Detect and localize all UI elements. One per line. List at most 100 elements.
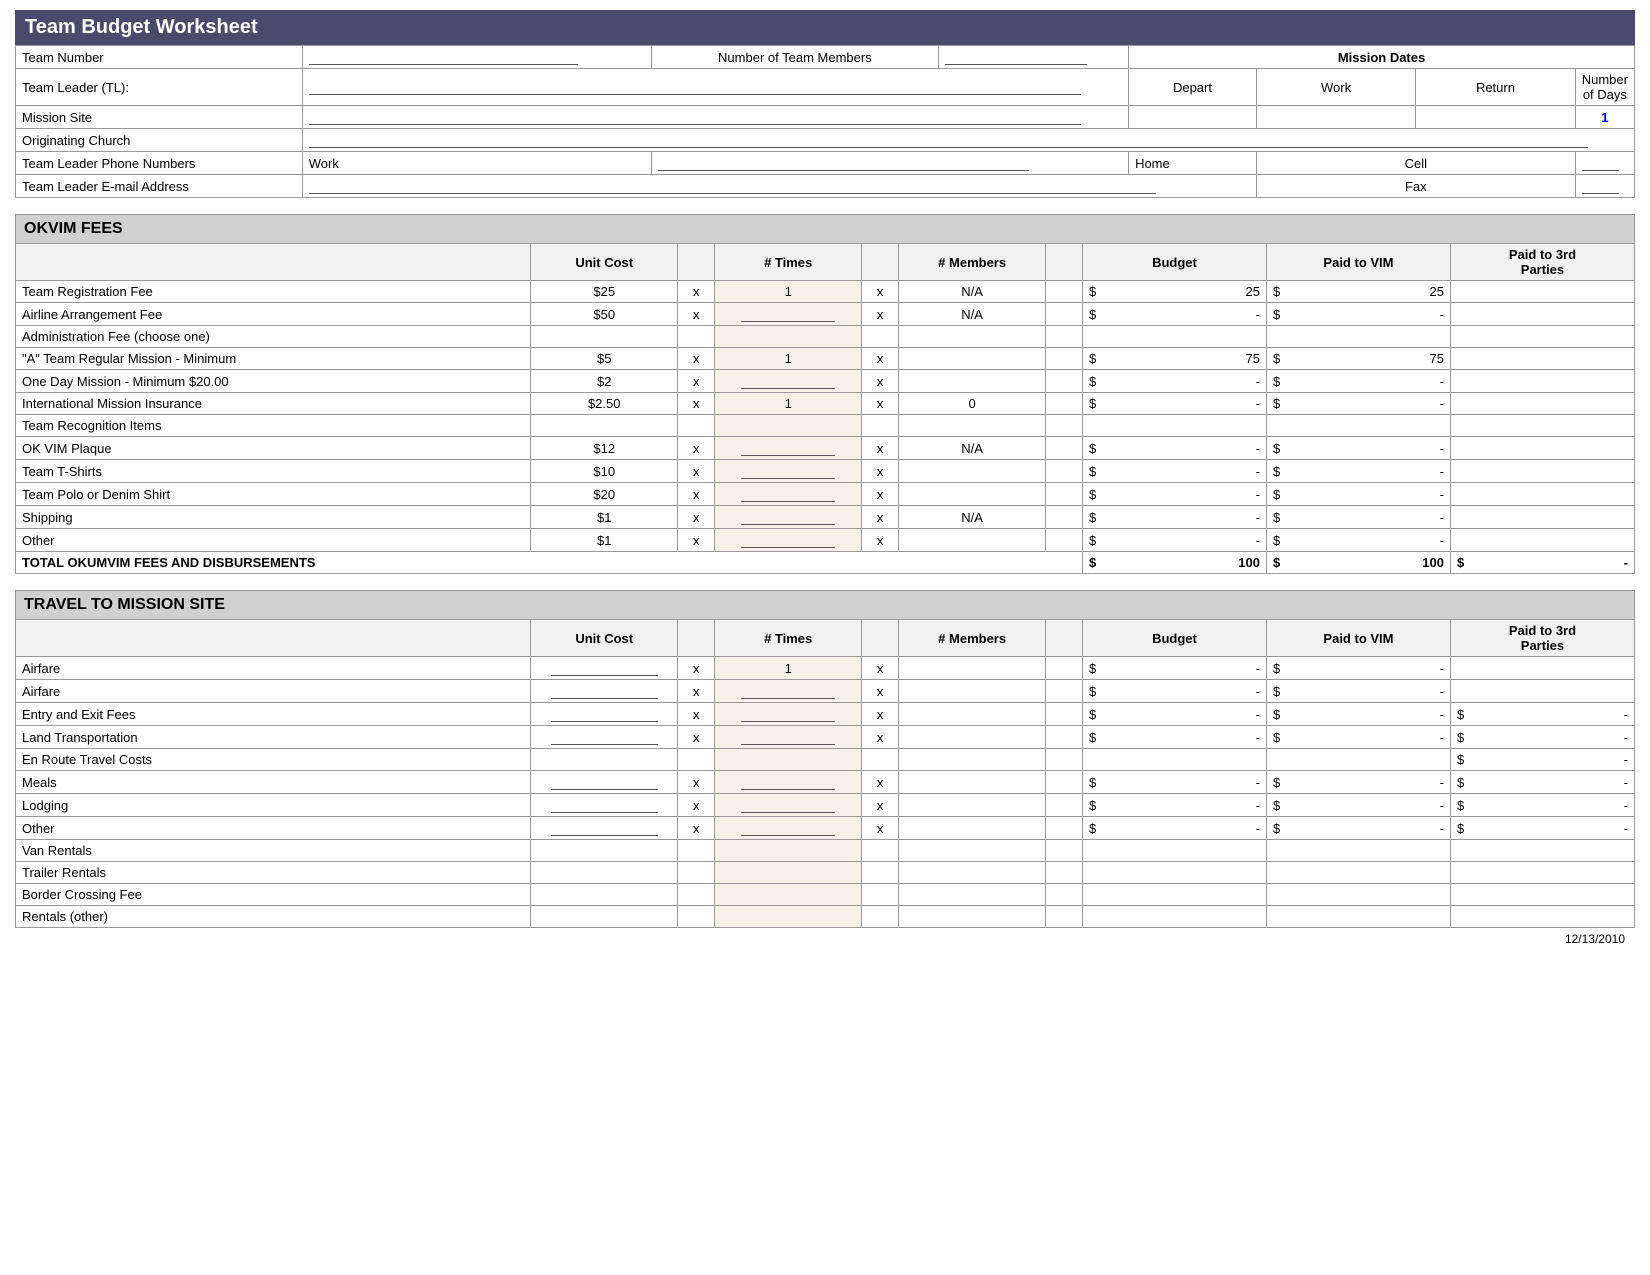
return-input[interactable]: [1416, 106, 1576, 129]
okvim-budget: $25: [1083, 281, 1267, 303]
okvim-members[interactable]: [899, 326, 1046, 348]
okvim-times[interactable]: 1: [715, 393, 862, 415]
okvim-times[interactable]: 1: [715, 348, 862, 370]
travel-unit[interactable]: [531, 906, 678, 928]
travel-members[interactable]: [899, 657, 1046, 680]
okvim-times[interactable]: 1: [715, 281, 862, 303]
okvim-times[interactable]: [715, 326, 862, 348]
okvim-times[interactable]: [715, 303, 862, 326]
work-phone-input[interactable]: [652, 152, 1129, 175]
okvim-vim: $-: [1266, 370, 1450, 393]
okvim-times[interactable]: [715, 370, 862, 393]
okvim-times[interactable]: [715, 529, 862, 552]
okvim-unit[interactable]: $1: [531, 529, 678, 552]
travel-unit[interactable]: [531, 657, 678, 680]
travel-members[interactable]: [899, 906, 1046, 928]
okvim-unit[interactable]: $1: [531, 506, 678, 529]
travel-times[interactable]: [715, 817, 862, 840]
okvim-row: Team Polo or Denim Shirt$20x x$-$-: [16, 483, 1635, 506]
okvim-members[interactable]: N/A: [899, 281, 1046, 303]
travel-times[interactable]: [715, 884, 862, 906]
travel-members[interactable]: [899, 749, 1046, 771]
travel-unit[interactable]: [531, 703, 678, 726]
travel-unit[interactable]: [531, 884, 678, 906]
okvim-times[interactable]: [715, 506, 862, 529]
okvim-desc: Administration Fee (choose one): [16, 326, 531, 348]
okvim-times[interactable]: [715, 415, 862, 437]
travel-times[interactable]: [715, 726, 862, 749]
travel-times[interactable]: [715, 794, 862, 817]
travel-vim: [1266, 884, 1450, 906]
travel-col-unit: Unit Cost: [531, 620, 678, 657]
travel-unit[interactable]: [531, 680, 678, 703]
travel-unit[interactable]: [531, 840, 678, 862]
okvim-unit[interactable]: $25: [531, 281, 678, 303]
okvim-unit[interactable]: [531, 415, 678, 437]
travel-members[interactable]: [899, 840, 1046, 862]
okvim-unit[interactable]: $20: [531, 483, 678, 506]
okvim-members[interactable]: N/A: [899, 303, 1046, 326]
travel-times[interactable]: [715, 680, 862, 703]
travel-unit[interactable]: [531, 771, 678, 794]
originating-church-input[interactable]: [302, 129, 1634, 152]
okvim-members[interactable]: [899, 415, 1046, 437]
travel-members[interactable]: [899, 703, 1046, 726]
fax-input[interactable]: [1575, 175, 1634, 198]
travel-budget: $-: [1083, 657, 1267, 680]
mission-dates-label: Mission Dates: [1129, 46, 1635, 69]
travel-times[interactable]: [715, 749, 862, 771]
travel-times[interactable]: [715, 862, 862, 884]
travel-unit[interactable]: [531, 726, 678, 749]
okvim-times[interactable]: [715, 437, 862, 460]
travel-times[interactable]: [715, 840, 862, 862]
okvim-unit[interactable]: $50: [531, 303, 678, 326]
okvim-vim: $-: [1266, 483, 1450, 506]
travel-times[interactable]: [715, 703, 862, 726]
okvim-times[interactable]: [715, 483, 862, 506]
travel-members[interactable]: [899, 817, 1046, 840]
travel-times[interactable]: [715, 771, 862, 794]
email-input[interactable]: [302, 175, 1256, 198]
okvim-members[interactable]: [899, 370, 1046, 393]
okvim-unit[interactable]: [531, 326, 678, 348]
okvim-paid3rd: [1450, 437, 1634, 460]
num-members-input[interactable]: [938, 46, 1128, 69]
team-leader-input[interactable]: [302, 69, 1128, 106]
okvim-unit[interactable]: $10: [531, 460, 678, 483]
team-number-input[interactable]: [302, 46, 651, 69]
travel-unit[interactable]: [531, 749, 678, 771]
depart-input[interactable]: [1129, 106, 1257, 129]
travel-row: Rentals (other): [16, 906, 1635, 928]
okvim-members[interactable]: N/A: [899, 437, 1046, 460]
travel-paid3rd: $-: [1450, 726, 1634, 749]
travel-members[interactable]: [899, 771, 1046, 794]
okvim-members[interactable]: [899, 460, 1046, 483]
okvim-unit[interactable]: $2.50: [531, 393, 678, 415]
okvim-unit[interactable]: $2: [531, 370, 678, 393]
work-input[interactable]: [1256, 106, 1415, 129]
okvim-members[interactable]: 0: [899, 393, 1046, 415]
travel-times[interactable]: [715, 906, 862, 928]
okvim-members[interactable]: N/A: [899, 506, 1046, 529]
okvim-unit[interactable]: $12: [531, 437, 678, 460]
travel-unit[interactable]: [531, 794, 678, 817]
travel-members[interactable]: [899, 680, 1046, 703]
mission-site-input[interactable]: [302, 106, 1128, 129]
okvim-unit[interactable]: $5: [531, 348, 678, 370]
okvim-row: Administration Fee (choose one): [16, 326, 1635, 348]
okvim-times[interactable]: [715, 460, 862, 483]
cell-input[interactable]: [1575, 152, 1634, 175]
travel-unit[interactable]: [531, 862, 678, 884]
travel-row: Entry and Exit Fees x x$-$-$-: [16, 703, 1635, 726]
travel-members[interactable]: [899, 862, 1046, 884]
travel-members[interactable]: [899, 884, 1046, 906]
okvim-members[interactable]: [899, 529, 1046, 552]
travel-members[interactable]: [899, 726, 1046, 749]
okvim-members[interactable]: [899, 348, 1046, 370]
travel-unit[interactable]: [531, 817, 678, 840]
travel-times[interactable]: 1: [715, 657, 862, 680]
okvim-members[interactable]: [899, 483, 1046, 506]
okvim-total-budget: $100: [1083, 552, 1267, 574]
okvim-budget: $-: [1083, 393, 1267, 415]
travel-members[interactable]: [899, 794, 1046, 817]
